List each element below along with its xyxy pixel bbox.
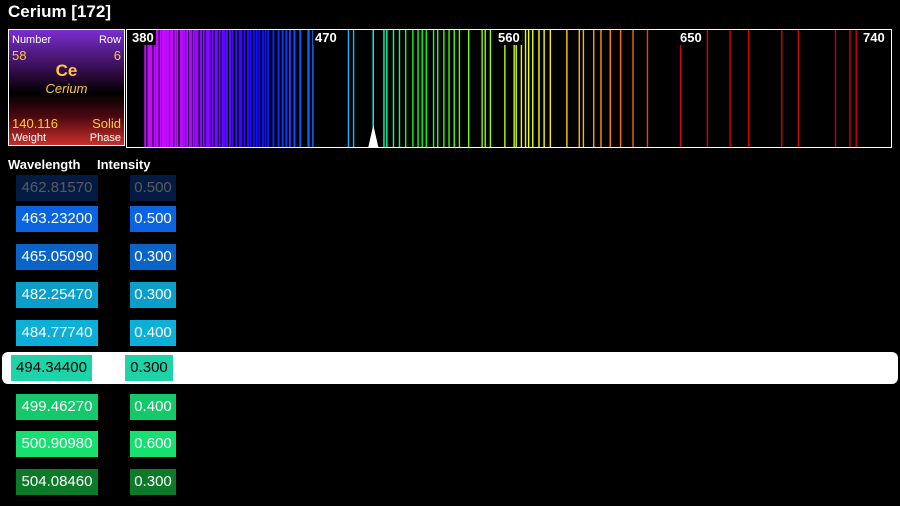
selection-marker-icon: [368, 125, 379, 147]
wavelength-cell: 494.34400: [11, 355, 92, 381]
column-header-intensity[interactable]: Intensity: [97, 157, 150, 172]
spectrum-lines[interactable]: [127, 30, 891, 147]
atomic-weight: 140.116: [12, 116, 59, 131]
table-row[interactable]: 465.05090 0.300: [0, 241, 900, 273]
wavelength-cell: 463.23200: [16, 206, 98, 232]
intensity-cell: 0.300: [130, 469, 176, 495]
wavelength-cell: 462.81570: [16, 175, 98, 201]
element-name: Cerium: [45, 81, 88, 96]
tick-label-740: 740: [861, 30, 887, 45]
wavelength-cell: 465.05090: [16, 244, 98, 270]
intensity-cell: 0.400: [130, 394, 176, 420]
table-row[interactable]: 462.81570 0.500: [0, 172, 900, 204]
table-row[interactable]: 484.77740 0.400: [0, 317, 900, 349]
wavelength-cell: 499.46270: [16, 394, 98, 420]
intensity-cell: 0.300: [125, 355, 173, 381]
page-title: Cerium [172]: [8, 2, 111, 21]
table-row[interactable]: 482.25470 0.300: [0, 279, 900, 311]
wavelength-cell: 482.25470: [16, 282, 98, 308]
weight-label: Weight: [12, 132, 47, 144]
tick-label-470: 470: [313, 30, 339, 45]
element-card[interactable]: Number Row 58 6 Ce Cerium 140.116 Solid …: [8, 29, 125, 146]
table-row[interactable]: 499.46270 0.400: [0, 391, 900, 423]
column-header-wavelength[interactable]: Wavelength: [8, 157, 80, 172]
intensity-cell: 0.400: [130, 320, 176, 346]
element-symbol: Ce: [55, 61, 78, 80]
intensity-cell: 0.500: [130, 206, 176, 232]
phase-label: Phase: [89, 132, 121, 144]
row-label: Row: [98, 34, 121, 46]
wavelength-cell: 484.77740: [16, 320, 98, 346]
phase-value: Solid: [92, 116, 121, 131]
table-row[interactable]: 504.08460 0.300: [0, 466, 900, 498]
table-row-selected[interactable]: 494.34400 0.300: [2, 352, 898, 384]
table-row[interactable]: 500.90980 0.600: [0, 428, 900, 460]
intensity-cell: 0.300: [130, 282, 176, 308]
spectrum-view[interactable]: 380 470 560 650 740: [126, 29, 892, 148]
intensity-cell: 0.300: [130, 244, 176, 270]
tick-label-560: 560: [496, 30, 522, 45]
wavelength-cell: 500.90980: [16, 431, 98, 457]
tick-label-380: 380: [130, 30, 156, 45]
wavelength-cell: 504.08460: [16, 469, 98, 495]
tick-label-650: 650: [678, 30, 704, 45]
intensity-cell: 0.600: [130, 431, 176, 457]
table-row[interactable]: 463.23200 0.500: [0, 203, 900, 235]
intensity-cell: 0.500: [130, 175, 176, 201]
number-label: Number: [12, 34, 52, 46]
